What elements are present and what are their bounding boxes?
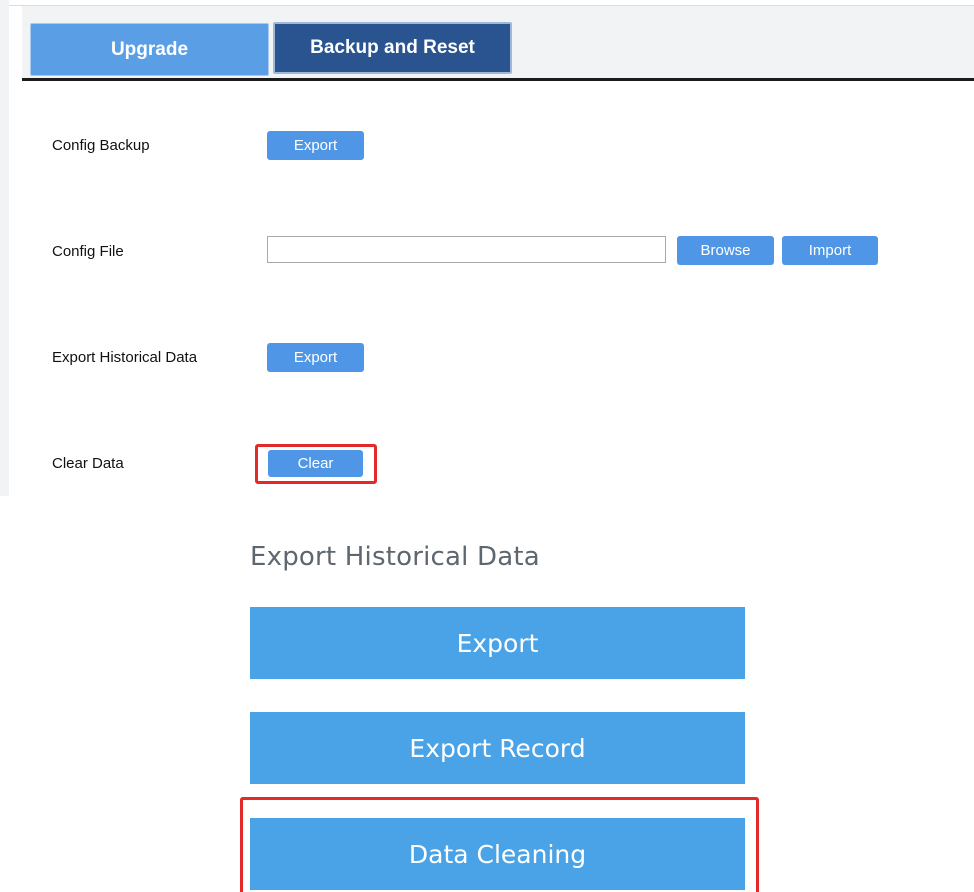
export-button[interactable]: Export xyxy=(250,607,745,679)
config-backup-export-button[interactable]: Export xyxy=(267,131,364,160)
config-file-input[interactable] xyxy=(267,236,666,263)
export-historical-data-title: Export Historical Data xyxy=(250,542,540,572)
export-historical-data-label: Export Historical Data xyxy=(52,349,198,366)
backup-reset-panel: Upgrade Backup and Reset Config Backup E… xyxy=(0,0,974,496)
import-button[interactable]: Import xyxy=(782,236,878,265)
browse-button[interactable]: Browse xyxy=(677,236,774,265)
tab-upgrade[interactable]: Upgrade xyxy=(30,23,269,76)
export-historical-data-button[interactable]: Export xyxy=(267,343,364,372)
config-file-label: Config File xyxy=(52,243,124,260)
clear-data-label: Clear Data xyxy=(52,455,124,472)
tab-backup-and-reset[interactable]: Backup and Reset xyxy=(273,22,512,74)
config-backup-label: Config Backup xyxy=(52,137,150,154)
tab-underline xyxy=(22,78,974,81)
export-record-button[interactable]: Export Record xyxy=(250,712,745,784)
clear-button[interactable]: Clear xyxy=(268,450,363,477)
data-cleaning-button[interactable]: Data Cleaning xyxy=(250,818,745,890)
left-edge xyxy=(0,0,9,496)
